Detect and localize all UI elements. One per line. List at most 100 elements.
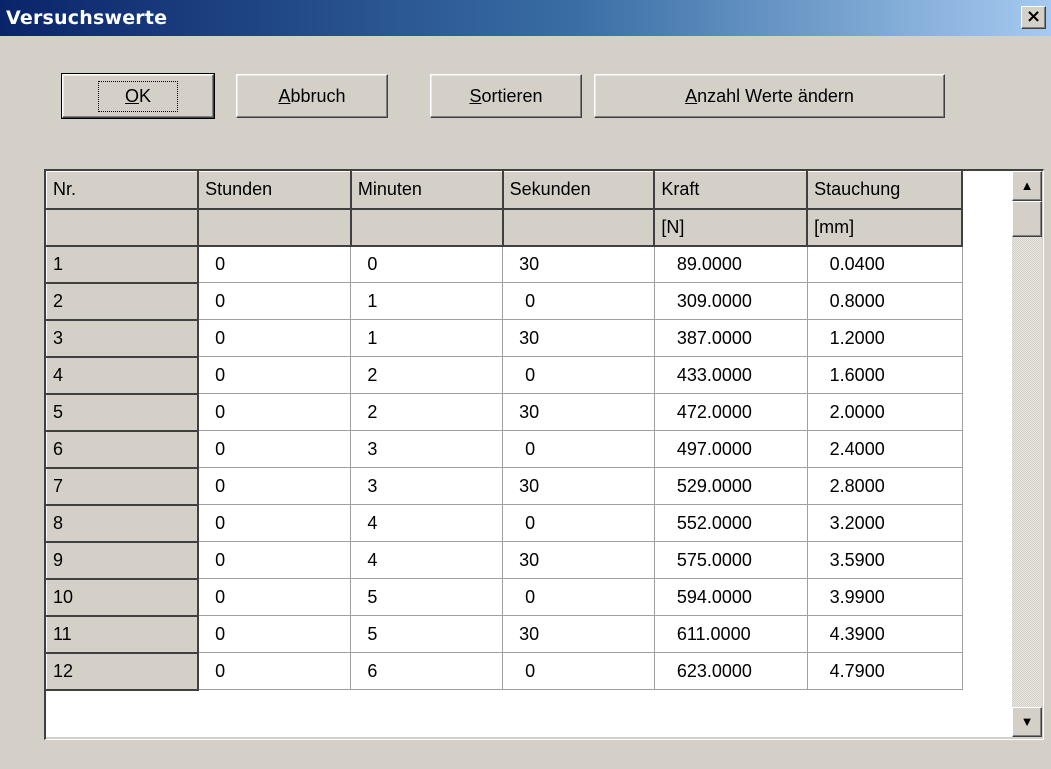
table-row[interactable]: 4 0 2 0 433.0000 1.6000 xyxy=(46,356,963,395)
row-header[interactable]: 2 xyxy=(46,282,200,321)
sortieren-button[interactable]: Sortieren xyxy=(430,74,582,118)
cell-minuten[interactable]: 1 xyxy=(350,282,504,320)
cell-sekunden[interactable]: 30 xyxy=(502,467,655,505)
cell-stunden[interactable]: 0 xyxy=(198,504,352,542)
cell-stunden[interactable]: 0 xyxy=(198,245,352,283)
table-row[interactable]: 3 0 1 30 387.0000 1.2000 xyxy=(46,319,963,358)
table-row[interactable]: 12 0 6 0 623.0000 4.7900 xyxy=(46,652,963,691)
cell-kraft[interactable]: 575.0000 xyxy=(654,541,808,579)
table-row[interactable]: 2 0 1 0 309.0000 0.8000 xyxy=(46,282,963,321)
table-row[interactable]: 11 0 5 30 611.0000 4.3900 xyxy=(46,615,963,654)
column-header-kraft[interactable]: Kraft xyxy=(653,171,809,210)
row-header[interactable]: 11 xyxy=(46,615,200,654)
cell-kraft[interactable]: 611.0000 xyxy=(654,615,808,653)
row-header[interactable]: 6 xyxy=(46,430,200,469)
cell-stauchung[interactable]: 0.0400 xyxy=(807,245,963,283)
ok-button[interactable]: OK xyxy=(61,73,215,119)
cell-minuten[interactable]: 5 xyxy=(350,578,504,616)
cell-minuten[interactable]: 4 xyxy=(350,504,504,542)
cell-sekunden[interactable]: 30 xyxy=(502,319,655,357)
cell-kraft[interactable]: 89.0000 xyxy=(654,245,808,283)
cell-stauchung[interactable]: 2.0000 xyxy=(807,393,963,431)
cell-kraft[interactable]: 594.0000 xyxy=(654,578,808,616)
cell-stunden[interactable]: 0 xyxy=(198,282,352,320)
row-header[interactable]: 8 xyxy=(46,504,200,543)
cell-sekunden[interactable]: 0 xyxy=(502,430,655,468)
cell-stunden[interactable]: 0 xyxy=(198,430,352,468)
column-header-stunden[interactable]: Stunden xyxy=(197,171,352,210)
cell-stauchung[interactable]: 3.5900 xyxy=(807,541,963,579)
cell-kraft[interactable]: 529.0000 xyxy=(654,467,808,505)
cell-stauchung[interactable]: 1.2000 xyxy=(807,319,963,357)
cell-stunden[interactable]: 0 xyxy=(198,467,352,505)
cell-sekunden[interactable]: 0 xyxy=(502,504,655,542)
column-header-nr[interactable]: Nr. xyxy=(46,171,200,210)
cell-minuten[interactable]: 1 xyxy=(350,319,504,357)
cell-kraft[interactable]: 472.0000 xyxy=(654,393,808,431)
scroll-thumb[interactable] xyxy=(1012,201,1042,237)
cell-stauchung[interactable]: 1.6000 xyxy=(807,356,963,394)
cell-sekunden[interactable]: 0 xyxy=(502,282,655,320)
cell-stunden[interactable]: 0 xyxy=(198,615,352,653)
row-header[interactable]: 10 xyxy=(46,578,200,617)
cell-stauchung[interactable]: 3.2000 xyxy=(807,504,963,542)
cell-minuten[interactable]: 2 xyxy=(350,393,504,431)
cell-minuten[interactable]: 3 xyxy=(350,430,504,468)
table-row[interactable]: 1 0 0 30 89.0000 0.0400 xyxy=(46,245,963,284)
anzahl-werte-aendern-button[interactable]: Anzahl Werte ändern xyxy=(594,74,945,118)
cell-minuten[interactable]: 2 xyxy=(350,356,504,394)
cell-minuten[interactable]: 6 xyxy=(350,652,504,690)
table-row[interactable]: 5 0 2 30 472.0000 2.0000 xyxy=(46,393,963,432)
cell-sekunden[interactable]: 30 xyxy=(502,393,655,431)
scroll-up-button[interactable]: ▲ xyxy=(1012,171,1042,201)
cell-minuten[interactable]: 3 xyxy=(350,467,504,505)
cell-sekunden[interactable]: 0 xyxy=(502,578,655,616)
cell-sekunden[interactable]: 30 xyxy=(502,541,655,579)
table-row[interactable]: 10 0 5 0 594.0000 3.9900 xyxy=(46,578,963,617)
cell-stunden[interactable]: 0 xyxy=(198,393,352,431)
cell-stunden[interactable]: 0 xyxy=(198,356,352,394)
column-header-sekunden[interactable]: Sekunden xyxy=(502,171,656,210)
row-header[interactable]: 1 xyxy=(46,245,200,284)
cell-stauchung[interactable]: 0.8000 xyxy=(807,282,963,320)
table-row[interactable]: 6 0 3 0 497.0000 2.4000 xyxy=(46,430,963,469)
column-header-stauchung[interactable]: Stauchung xyxy=(806,171,963,210)
scroll-down-button[interactable]: ▼ xyxy=(1012,707,1042,737)
table-row[interactable]: 9 0 4 30 575.0000 3.5900 xyxy=(46,541,963,580)
cell-stauchung[interactable]: 4.3900 xyxy=(807,615,963,653)
cell-sekunden[interactable]: 30 xyxy=(502,615,655,653)
cell-stauchung[interactable]: 2.4000 xyxy=(807,430,963,468)
close-button[interactable]: × xyxy=(1021,6,1046,29)
abbruch-button[interactable]: Abbruch xyxy=(236,74,388,118)
row-header[interactable]: 4 xyxy=(46,356,200,395)
cell-minuten[interactable]: 0 xyxy=(350,245,504,283)
cell-stauchung[interactable]: 3.9900 xyxy=(807,578,963,616)
cell-kraft[interactable]: 309.0000 xyxy=(654,282,808,320)
cell-kraft[interactable]: 623.0000 xyxy=(654,652,808,690)
row-header[interactable]: 12 xyxy=(46,652,200,691)
cell-kraft[interactable]: 552.0000 xyxy=(654,504,808,542)
cell-stunden[interactable]: 0 xyxy=(198,578,352,616)
cell-sekunden[interactable]: 0 xyxy=(502,356,655,394)
table-row[interactable]: 7 0 3 30 529.0000 2.8000 xyxy=(46,467,963,506)
cell-stunden[interactable]: 0 xyxy=(198,319,352,357)
row-header[interactable]: 9 xyxy=(46,541,200,580)
cell-stunden[interactable]: 0 xyxy=(198,652,352,690)
vertical-scrollbar[interactable]: ▲ ▼ xyxy=(1012,171,1042,737)
column-header-minuten[interactable]: Minuten xyxy=(350,171,504,210)
cell-stunden[interactable]: 0 xyxy=(198,541,352,579)
cell-minuten[interactable]: 5 xyxy=(350,615,504,653)
cell-minuten[interactable]: 4 xyxy=(350,541,504,579)
cell-sekunden[interactable]: 30 xyxy=(502,245,655,283)
cell-stauchung[interactable]: 2.8000 xyxy=(807,467,963,505)
cell-kraft[interactable]: 497.0000 xyxy=(654,430,808,468)
row-header[interactable]: 5 xyxy=(46,393,200,432)
row-header[interactable]: 7 xyxy=(46,467,200,506)
cell-kraft[interactable]: 433.0000 xyxy=(654,356,808,394)
table-row[interactable]: 8 0 4 0 552.0000 3.2000 xyxy=(46,504,963,543)
row-header[interactable]: 3 xyxy=(46,319,200,358)
cell-kraft[interactable]: 387.0000 xyxy=(654,319,808,357)
cell-stauchung[interactable]: 4.7900 xyxy=(807,652,963,690)
data-grid[interactable]: Nr. Stunden Minuten Sekunden Kraft Stauchung[… xyxy=(46,171,963,737)
cell-sekunden[interactable]: 0 xyxy=(502,652,655,690)
